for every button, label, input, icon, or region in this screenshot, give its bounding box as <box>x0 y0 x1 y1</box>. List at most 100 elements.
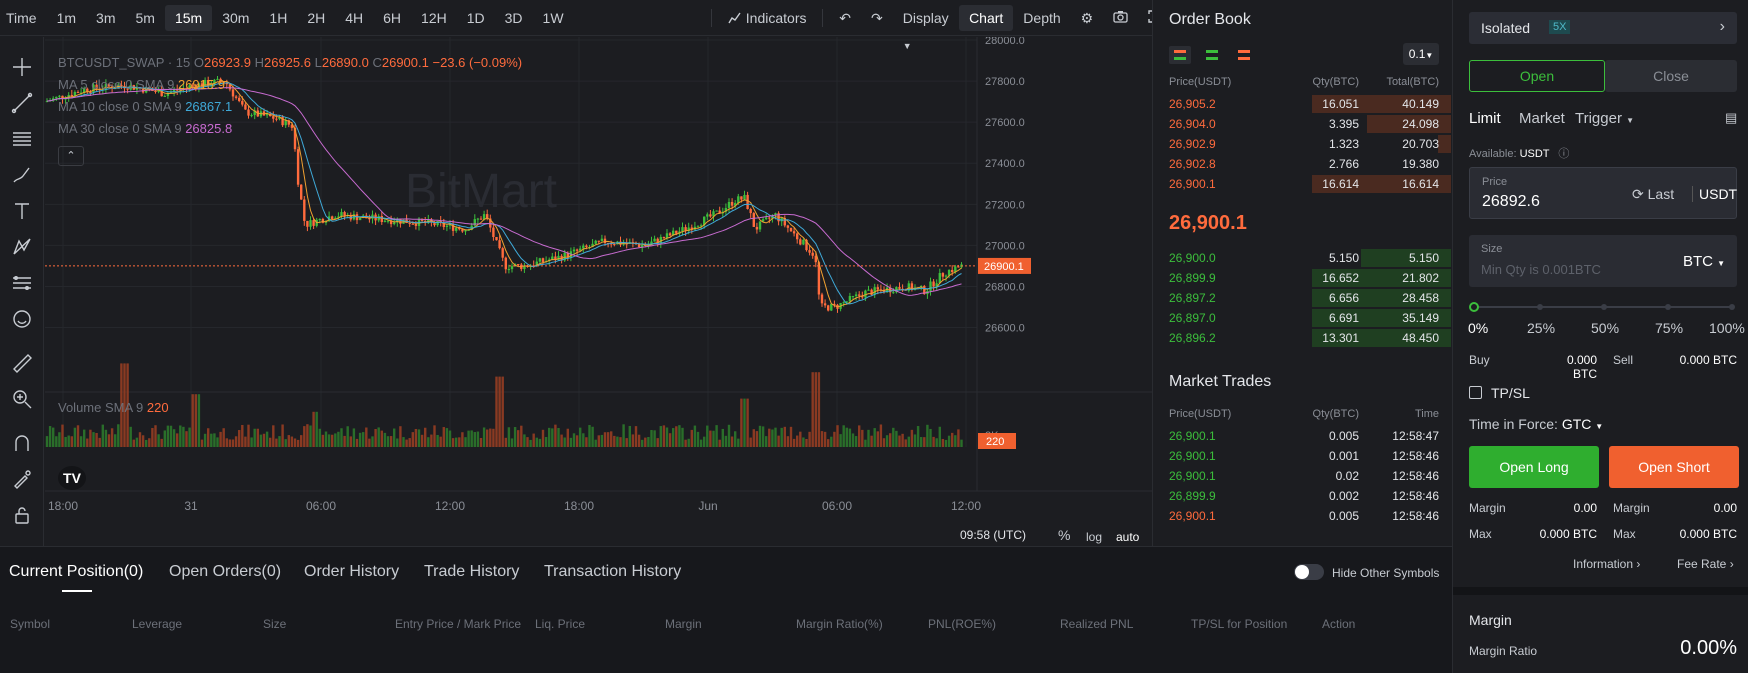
depth-tab[interactable]: Depth <box>1013 5 1070 31</box>
interval-30m[interactable]: 30m <box>212 5 259 31</box>
ask-row[interactable]: 26,902.9 1.323 20.703 <box>1153 134 1453 154</box>
slider-stop[interactable] <box>1665 304 1671 310</box>
book-both-view-button[interactable] <box>1169 46 1191 64</box>
volume-bar <box>820 431 824 447</box>
tif-select[interactable]: GTC ▼ <box>1562 416 1603 432</box>
interval-3m[interactable]: 3m <box>86 5 125 31</box>
volume-bar <box>848 428 852 447</box>
bid-row[interactable]: 26,897.0 6.691 35.149 <box>1153 308 1453 328</box>
precision-select[interactable]: 0.1▼ <box>1403 43 1439 65</box>
tab-current-position[interactable]: Current Position(0) <box>9 563 143 581</box>
interval-3D[interactable]: 3D <box>495 5 533 31</box>
volume-bar <box>185 431 188 447</box>
tpsl-checkbox[interactable] <box>1469 386 1482 399</box>
lock-icon[interactable] <box>8 501 36 529</box>
zoom-in-icon[interactable] <box>8 385 36 413</box>
interval-12H[interactable]: 12H <box>411 5 457 31</box>
pattern-icon[interactable] <box>8 233 36 261</box>
trade-time: 12:58:46 <box>1392 489 1439 503</box>
tab-open-orders[interactable]: Open Orders(0) <box>169 563 281 581</box>
redo-icon[interactable]: ↷ <box>861 5 893 31</box>
interval-1D[interactable]: 1D <box>457 5 495 31</box>
slider-stop[interactable] <box>1729 304 1735 310</box>
emoji-icon[interactable] <box>8 305 36 333</box>
text-tool-icon[interactable] <box>8 197 36 225</box>
volume-bar <box>107 434 111 447</box>
book-bids-view-button[interactable] <box>1201 46 1223 64</box>
price-field[interactable]: Price 26892.6 ⟳ Last USDT <box>1469 167 1737 219</box>
volume-bar <box>67 435 70 447</box>
volume-bar <box>799 431 802 447</box>
volume-bar <box>740 398 743 447</box>
display-dropdown[interactable]: Display ▼ <box>893 5 959 51</box>
interval-4H[interactable]: 4H <box>335 5 373 31</box>
trendline-icon[interactable] <box>8 89 36 117</box>
ruler-icon[interactable] <box>8 349 36 377</box>
collapse-legend-button[interactable]: ⌃ <box>58 146 84 166</box>
ask-row[interactable]: 26,904.0 3.395 24.098 <box>1153 114 1453 134</box>
interval-1m[interactable]: 1m <box>47 5 86 31</box>
lock-drawing-icon[interactable] <box>8 465 36 493</box>
measure-lines-icon[interactable] <box>8 269 36 297</box>
log-scale-toggle[interactable]: log <box>1086 530 1102 544</box>
tab-order-history[interactable]: Order History <box>304 563 399 581</box>
interval-15m[interactable]: 15m <box>164 4 213 31</box>
volume-bar <box>734 431 737 447</box>
interval-5m[interactable]: 5m <box>126 5 165 31</box>
limit-tab[interactable]: Limit <box>1469 110 1501 127</box>
interval-1H[interactable]: 1H <box>259 5 297 31</box>
close-tab[interactable]: Close <box>1605 60 1737 92</box>
bid-row[interactable]: 26,897.2 6.656 28.458 <box>1153 288 1453 308</box>
fib-lines-icon[interactable] <box>8 125 36 153</box>
hide-other-symbols-toggle[interactable] <box>1294 564 1324 580</box>
interval-2H[interactable]: 2H <box>297 5 335 31</box>
ask-row[interactable]: 26,902.8 2.766 19.380 <box>1153 154 1453 174</box>
information-link[interactable]: Information › <box>1573 557 1640 571</box>
bid-row[interactable]: 26,900.0 5.150 5.150 <box>1153 248 1453 268</box>
trade-qty: 0.001 <box>1328 449 1359 463</box>
percent-scale-toggle[interactable]: % <box>1058 527 1070 543</box>
crosshair-icon[interactable] <box>8 53 36 81</box>
interval-1W[interactable]: 1W <box>533 5 574 31</box>
tab-trade-history[interactable]: Trade History <box>424 563 519 581</box>
size-unit-select[interactable]: BTC ▼ <box>1683 253 1725 270</box>
open-long-button[interactable]: Open Long <box>1469 446 1599 488</box>
trigger-tab[interactable]: Trigger ▼ <box>1575 110 1634 127</box>
settings-icon[interactable]: ⚙ <box>1071 5 1104 31</box>
candle-body <box>796 233 799 240</box>
tab-transaction-history[interactable]: Transaction History <box>544 563 681 581</box>
book-asks-view-button[interactable] <box>1233 46 1255 64</box>
candle-body <box>792 231 796 234</box>
undo-icon[interactable]: ↶ <box>829 5 861 31</box>
ask-row[interactable]: 26,900.1 16.614 16.614 <box>1153 174 1453 194</box>
market-tab[interactable]: Market <box>1519 110 1565 127</box>
auto-scale-toggle[interactable]: auto <box>1116 530 1139 544</box>
volume-bar <box>98 437 101 447</box>
size-field[interactable]: Size Min Qty is 0.001BTC BTC ▼ <box>1469 235 1737 287</box>
fee-rate-link[interactable]: Fee Rate › <box>1677 557 1734 571</box>
volume-bar <box>402 437 405 447</box>
brush-icon[interactable] <box>8 161 36 189</box>
magnet-icon[interactable] <box>8 429 36 457</box>
last-price-button[interactable]: ⟳ Last <box>1632 186 1674 203</box>
volume-bar <box>861 429 864 447</box>
indicators-button[interactable]: Indicators <box>718 5 817 31</box>
trade-qty: 0.005 <box>1328 509 1359 523</box>
calculator-icon[interactable]: ▤ <box>1725 110 1737 126</box>
camera-icon[interactable] <box>1103 5 1138 31</box>
ask-row[interactable]: 26,905.2 16.051 40.149 <box>1153 94 1453 114</box>
slider-stop[interactable] <box>1601 304 1607 310</box>
margin-mode-selector[interactable]: Isolated 5X › <box>1469 12 1737 44</box>
slider-stop[interactable] <box>1537 304 1543 310</box>
bid-row[interactable]: 26,896.2 13.301 48.450 <box>1153 328 1453 348</box>
volume-bar <box>73 427 77 447</box>
interval-list: 1m 3m 5m 15m 30m 1H 2H 4H 6H 12H 1D 3D 1W <box>47 4 574 31</box>
size-slider-handle[interactable] <box>1469 302 1479 312</box>
col-margin-ratio: Margin Ratio(%) <box>796 617 883 631</box>
bid-row[interactable]: 26,899.9 16.652 21.802 <box>1153 268 1453 288</box>
chart-tab[interactable]: Chart <box>959 5 1014 31</box>
open-tab[interactable]: Open <box>1469 60 1605 92</box>
info-icon[interactable]: ⓘ <box>1558 148 1569 160</box>
interval-6H[interactable]: 6H <box>373 5 411 31</box>
open-short-button[interactable]: Open Short <box>1609 446 1739 488</box>
